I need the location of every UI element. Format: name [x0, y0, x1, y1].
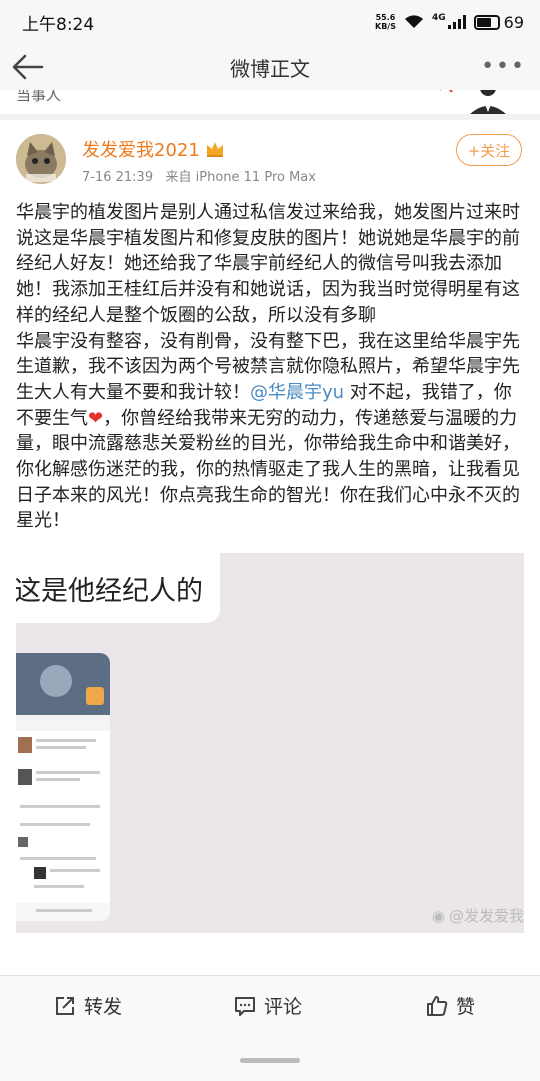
repost-icon [56, 996, 74, 1015]
home-indicator[interactable] [240, 1058, 300, 1063]
cat-avatar-icon [16, 134, 66, 184]
phone-screenshot [16, 653, 110, 921]
battery-icon [473, 14, 500, 30]
previous-item-strip: 当事人 [0, 90, 540, 114]
repost-label: 转发 [84, 996, 123, 1018]
heart-emoji-icon: ❤ [88, 407, 104, 429]
chat-bubble-text: 这是他经纪人的 [16, 575, 203, 607]
phone-screenshot-content [16, 653, 110, 921]
comment-label: 评论 [264, 996, 303, 1018]
net-speed: 55.6 KB/S [375, 13, 396, 31]
nav-bar: 微博正文 ••• [0, 44, 540, 90]
network-type: 4G [431, 12, 446, 23]
weibo-logo-icon: ◉ [431, 906, 445, 925]
post-paragraph-1: 华晨宇的植发图片是别人通过私信发过来给我，她发图片过来时说这是华晨宇植发图片和修… [16, 202, 520, 326]
user-avatar[interactable] [16, 134, 66, 184]
repost-button[interactable]: 转发 [54, 992, 122, 1019]
post-body: 华晨宇的植发图片是别人通过私信发过来给我，她发图片过来时说这是华晨宇植发图片和修… [16, 200, 524, 534]
post-meta: 7-16 21:39 来自 iPhone 11 Pro Max [82, 166, 316, 185]
status-time: 上午8:24 [22, 14, 95, 35]
post-timestamp: 7-16 21:39 [82, 170, 154, 185]
battery-indicator: 69 [473, 12, 524, 32]
bottom-action-bar: 转发 评论 赞 [0, 975, 540, 1081]
status-icons: 55.6 KB/S 4G 69 [375, 13, 524, 32]
previous-item-text: 当事人 [16, 90, 62, 104]
user-mention-link[interactable]: @华晨宇yu [250, 382, 344, 403]
post-paragraph-2: 华晨宇没有整容，没有削骨，没有整下巴，我在这里给华晨宇先生道歉，我不该因为两个号… [16, 330, 520, 532]
post-image[interactable]: 这是他经纪人的 ◉ @发发爱我 [16, 553, 524, 933]
page-title: 微博正文 [230, 56, 310, 81]
status-bar: 上午8:24 55.6 KB/S 4G 69 [0, 0, 540, 44]
image-watermark: ◉ @发发爱我 [431, 906, 524, 926]
like-label: 赞 [456, 996, 476, 1018]
wifi-icon [404, 15, 423, 28]
username[interactable]: 发发爱我2021 [82, 136, 200, 162]
previous-item-thumbnail [440, 90, 506, 114]
thumbs-up-icon [427, 995, 448, 1016]
vip-crown-icon [207, 142, 223, 157]
chat-bubble: 这是他经纪人的 [16, 553, 220, 623]
more-options-icon[interactable]: ••• [481, 54, 526, 79]
signal-icon [447, 15, 466, 29]
post-source: 来自 iPhone 11 Pro Max [165, 170, 316, 185]
follow-button[interactable]: +关注 [456, 134, 522, 166]
battery-level: 69 [503, 12, 524, 32]
comment-button[interactable]: 评论 [234, 992, 302, 1019]
like-button[interactable]: 赞 [426, 992, 475, 1019]
comment-icon [235, 996, 255, 1016]
post-card: 发发爱我2021 7-16 21:39 来自 iPhone 11 Pro Max… [0, 120, 540, 975]
back-arrow-icon[interactable] [10, 50, 46, 84]
